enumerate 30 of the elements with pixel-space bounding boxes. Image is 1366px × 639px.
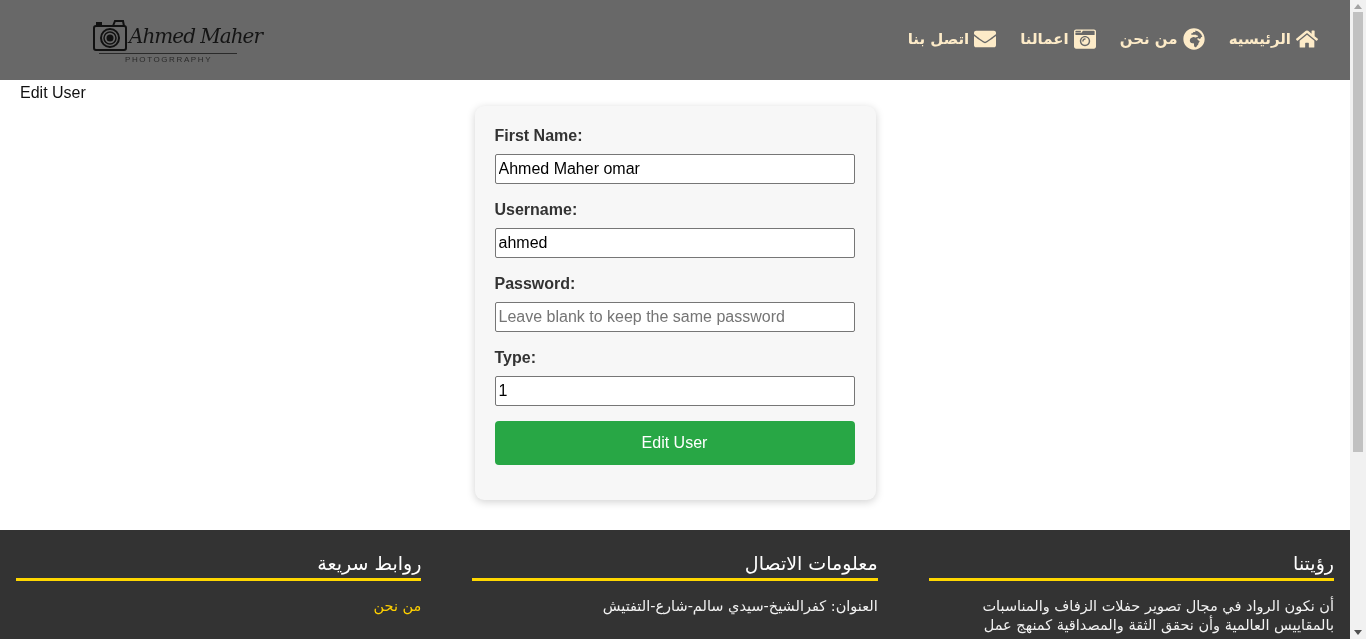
footer-heading: رؤيتنا (928, 550, 1334, 581)
footer-link[interactable]: من نحن (373, 597, 422, 616)
camera-icon (1073, 28, 1096, 50)
field-label: First Name: (494, 126, 583, 146)
nav-link[interactable]: اعمالنا (1020, 28, 1096, 50)
scrollbar-thumb[interactable] (1353, 12, 1363, 452)
field-label: Password: (494, 274, 576, 294)
home-icon (1296, 28, 1318, 50)
field-label: Type: (494, 348, 536, 368)
text-input[interactable]: 1 (494, 376, 855, 406)
footer-text: أن نكون الرواد في مجال تصوير حفلات الزفاف والمناسبات بالمقاييس العالمية وأن نحقق الثقة والمصداقية كمنهج عمل (981, 597, 1334, 635)
globe-icon (1182, 28, 1205, 50)
scroll-down-arrow-icon[interactable] (1354, 630, 1362, 635)
footer-heading: روابط سريعة (16, 550, 422, 581)
edit-user-button[interactable]: Edit User (494, 421, 855, 465)
text-input[interactable]: Ahmed Maher omar (494, 154, 855, 184)
field-label: Username: (494, 200, 578, 220)
text-input[interactable]: Leave blank to keep the same password (494, 302, 855, 332)
footer-text: العنوان: كفرالشيخ-سيدي سالم-شارع-التفتيش (601, 597, 878, 616)
nav-link[interactable]: الرئيسيه (1228, 28, 1318, 50)
envelope-icon (974, 28, 997, 50)
page-title: Edit User (20, 83, 86, 103)
nav-link[interactable]: من نحن (1119, 28, 1205, 50)
logo-tagline: PHOTOGRRAPHY (99, 53, 237, 65)
nav-link[interactable]: اتصل بنا (907, 28, 997, 50)
footer-heading: معلومات الاتصال (472, 550, 878, 581)
text-input[interactable]: ahmed (494, 228, 855, 258)
scroll-up-arrow-icon[interactable] (1354, 4, 1362, 9)
camera-logo-icon (93, 19, 127, 51)
logo-script-text: Ahmed Maher (129, 23, 262, 50)
